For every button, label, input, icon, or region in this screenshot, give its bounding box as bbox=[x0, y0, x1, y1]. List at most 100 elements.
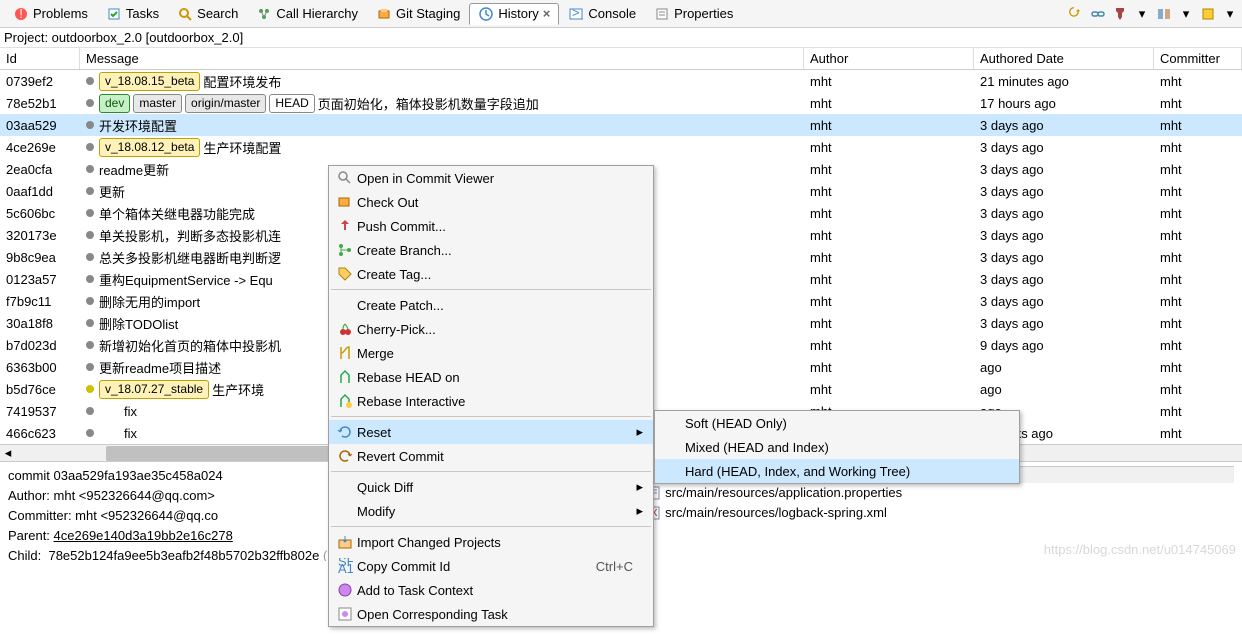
menu-item-label: Reset bbox=[357, 425, 633, 440]
commit-id: 0739ef2 bbox=[6, 74, 53, 89]
commit-id: 2ea0cfa bbox=[6, 162, 52, 177]
commit-committer: mht bbox=[1154, 73, 1242, 90]
view-menu-icon[interactable] bbox=[1200, 6, 1216, 22]
menu-open-in-commit-viewer[interactable]: Open in Commit Viewer bbox=[329, 166, 653, 190]
commit-message: 生产环境 bbox=[212, 380, 264, 399]
commit-committer: mht bbox=[1154, 403, 1242, 420]
commit-date: ago bbox=[974, 381, 1154, 398]
menu-reset[interactable]: Reset▸ bbox=[329, 420, 653, 444]
commit-row[interactable]: 4ce269ev_18.08.12_beta 生产环境配置mht3 days a… bbox=[0, 136, 1242, 158]
tab-properties[interactable]: Properties bbox=[645, 3, 742, 25]
header-id[interactable]: Id bbox=[0, 48, 80, 69]
menu-item-label: Rebase Interactive bbox=[357, 394, 633, 409]
menu-create-branch[interactable]: Create Branch... bbox=[329, 238, 653, 262]
menu-push-commit[interactable]: Push Commit... bbox=[329, 214, 653, 238]
commit-row[interactable]: 0739ef2v_18.08.15_beta 配置环境发布mht21 minut… bbox=[0, 70, 1242, 92]
commit-row[interactable]: 78e52b1dev master origin/master HEAD 页面初… bbox=[0, 92, 1242, 114]
menu-rebase-head-on[interactable]: Rebase HEAD on bbox=[329, 365, 653, 389]
graph-node-icon bbox=[86, 253, 94, 261]
graph-node-icon bbox=[86, 143, 94, 151]
commit-id: 0aaf1dd bbox=[6, 184, 53, 199]
watermark: https://blog.csdn.net/u014745069 bbox=[1044, 542, 1236, 557]
header-date[interactable]: Authored Date bbox=[974, 48, 1154, 69]
compare-icon[interactable] bbox=[1156, 6, 1172, 22]
commit-id: 6363b00 bbox=[6, 360, 57, 375]
ref-tag: v_18.08.12_beta bbox=[99, 138, 200, 157]
commit-author: mht bbox=[804, 249, 974, 266]
tab-console[interactable]: >_Console bbox=[559, 3, 645, 25]
file-path: src/main/resources/logback-spring.xml bbox=[665, 503, 887, 523]
reset-submenu: Soft (HEAD Only) Mixed (HEAD and Index) Ha… bbox=[654, 410, 1020, 484]
menu-item-icon bbox=[333, 345, 357, 361]
graph-node-icon bbox=[86, 385, 94, 393]
tab-call-hierarchy[interactable]: Call Hierarchy bbox=[247, 3, 367, 25]
tab-icon: ! bbox=[13, 6, 29, 22]
submenu-label: Mixed (HEAD and Index) bbox=[685, 440, 829, 455]
commit-date: 17 hours ago bbox=[974, 95, 1154, 112]
settings-dropdown-icon[interactable]: ▾ bbox=[1178, 6, 1194, 22]
tab-label: Git Staging bbox=[396, 6, 460, 21]
menu-item-label: Create Tag... bbox=[357, 267, 633, 282]
menu-create-tag[interactable]: Create Tag... bbox=[329, 262, 653, 286]
menu-open-corresponding-task[interactable]: Open Corresponding Task bbox=[329, 602, 653, 626]
tab-git-staging[interactable]: Git Staging bbox=[367, 3, 469, 25]
menu-copy-commit-id[interactable]: SHA1Copy Commit IdCtrl+C bbox=[329, 554, 653, 578]
submenu-arrow-icon: ▸ bbox=[633, 503, 643, 519]
commit-message: 更新readme项目描述 bbox=[99, 358, 221, 377]
menu-create-patch[interactable]: Create Patch... bbox=[329, 293, 653, 317]
graph-node-icon bbox=[86, 407, 94, 415]
header-author[interactable]: Author bbox=[804, 48, 974, 69]
menu-revert-commit[interactable]: Revert Commit bbox=[329, 444, 653, 468]
commit-date: 3 days ago bbox=[974, 161, 1154, 178]
submenu-soft[interactable]: Soft (HEAD Only) bbox=[655, 411, 1019, 435]
minimize-icon[interactable]: ▾ bbox=[1222, 6, 1238, 22]
commit-id: 0123a57 bbox=[6, 272, 57, 287]
commit-row[interactable]: 03aa529开发环境配置mht3 days agomht bbox=[0, 114, 1242, 136]
menu-modify[interactable]: Modify▸ bbox=[329, 499, 653, 523]
menu-item-icon bbox=[333, 321, 357, 337]
menu-item-label: Open in Commit Viewer bbox=[357, 171, 633, 186]
header-committer[interactable]: Committer bbox=[1154, 48, 1242, 69]
filter-icon[interactable]: ▾ bbox=[1134, 6, 1150, 22]
link-icon[interactable] bbox=[1090, 6, 1106, 22]
menu-quick-diff[interactable]: Quick Diff▸ bbox=[329, 475, 653, 499]
commit-committer: mht bbox=[1154, 117, 1242, 134]
menu-check-out[interactable]: Check Out bbox=[329, 190, 653, 214]
commit-date: 3 days ago bbox=[974, 183, 1154, 200]
close-icon[interactable]: × bbox=[543, 6, 551, 21]
changed-file[interactable]: src/main/resources/application.propertie… bbox=[647, 483, 1234, 503]
commit-committer: mht bbox=[1154, 315, 1242, 332]
graph-node-icon bbox=[86, 187, 94, 195]
menu-item-label: Check Out bbox=[357, 195, 633, 210]
commit-message: 删除无用的import bbox=[99, 292, 200, 311]
menu-import-changed-projects[interactable]: Import Changed Projects bbox=[329, 530, 653, 554]
tab-search[interactable]: Search bbox=[168, 3, 247, 25]
submenu-label: Hard (HEAD, Index, and Working Tree) bbox=[685, 464, 910, 479]
graph-node-icon bbox=[86, 275, 94, 283]
menu-item-icon bbox=[333, 534, 357, 550]
changed-file[interactable]: xsrc/main/resources/logback-spring.xml bbox=[647, 503, 1234, 523]
commit-id: 9b8c9ea bbox=[6, 250, 56, 265]
tab-tasks[interactable]: Tasks bbox=[97, 3, 168, 25]
menu-merge[interactable]: Merge bbox=[329, 341, 653, 365]
tab-icon bbox=[177, 6, 193, 22]
menu-item-label: Quick Diff bbox=[357, 480, 633, 495]
submenu-hard[interactable]: Hard (HEAD, Index, and Working Tree) bbox=[655, 459, 1019, 483]
menu-add-to-task-context[interactable]: Add to Task Context bbox=[329, 578, 653, 602]
commit-message: fix bbox=[124, 404, 137, 419]
menu-rebase-interactive[interactable]: Rebase Interactive bbox=[329, 389, 653, 413]
tab-history[interactable]: History × bbox=[469, 3, 559, 25]
header-message[interactable]: Message bbox=[80, 48, 804, 69]
refresh-icon[interactable] bbox=[1068, 6, 1084, 22]
menu-item-label: Open Corresponding Task bbox=[357, 607, 633, 622]
commit-date: 9 days ago bbox=[974, 337, 1154, 354]
commit-message: 删除TODOlist bbox=[99, 314, 178, 333]
pin-icon[interactable] bbox=[1112, 6, 1128, 22]
graph-node-icon bbox=[86, 121, 94, 129]
parent-link[interactable]: 4ce269e140d3a19bb2e16c278 bbox=[54, 528, 233, 543]
ref-tag: dev bbox=[99, 94, 130, 113]
submenu-mixed[interactable]: Mixed (HEAD and Index) bbox=[655, 435, 1019, 459]
tab-problems[interactable]: !Problems bbox=[4, 3, 97, 25]
menu-cherry-pick[interactable]: Cherry-Pick... bbox=[329, 317, 653, 341]
submenu-label: Soft (HEAD Only) bbox=[685, 416, 787, 431]
